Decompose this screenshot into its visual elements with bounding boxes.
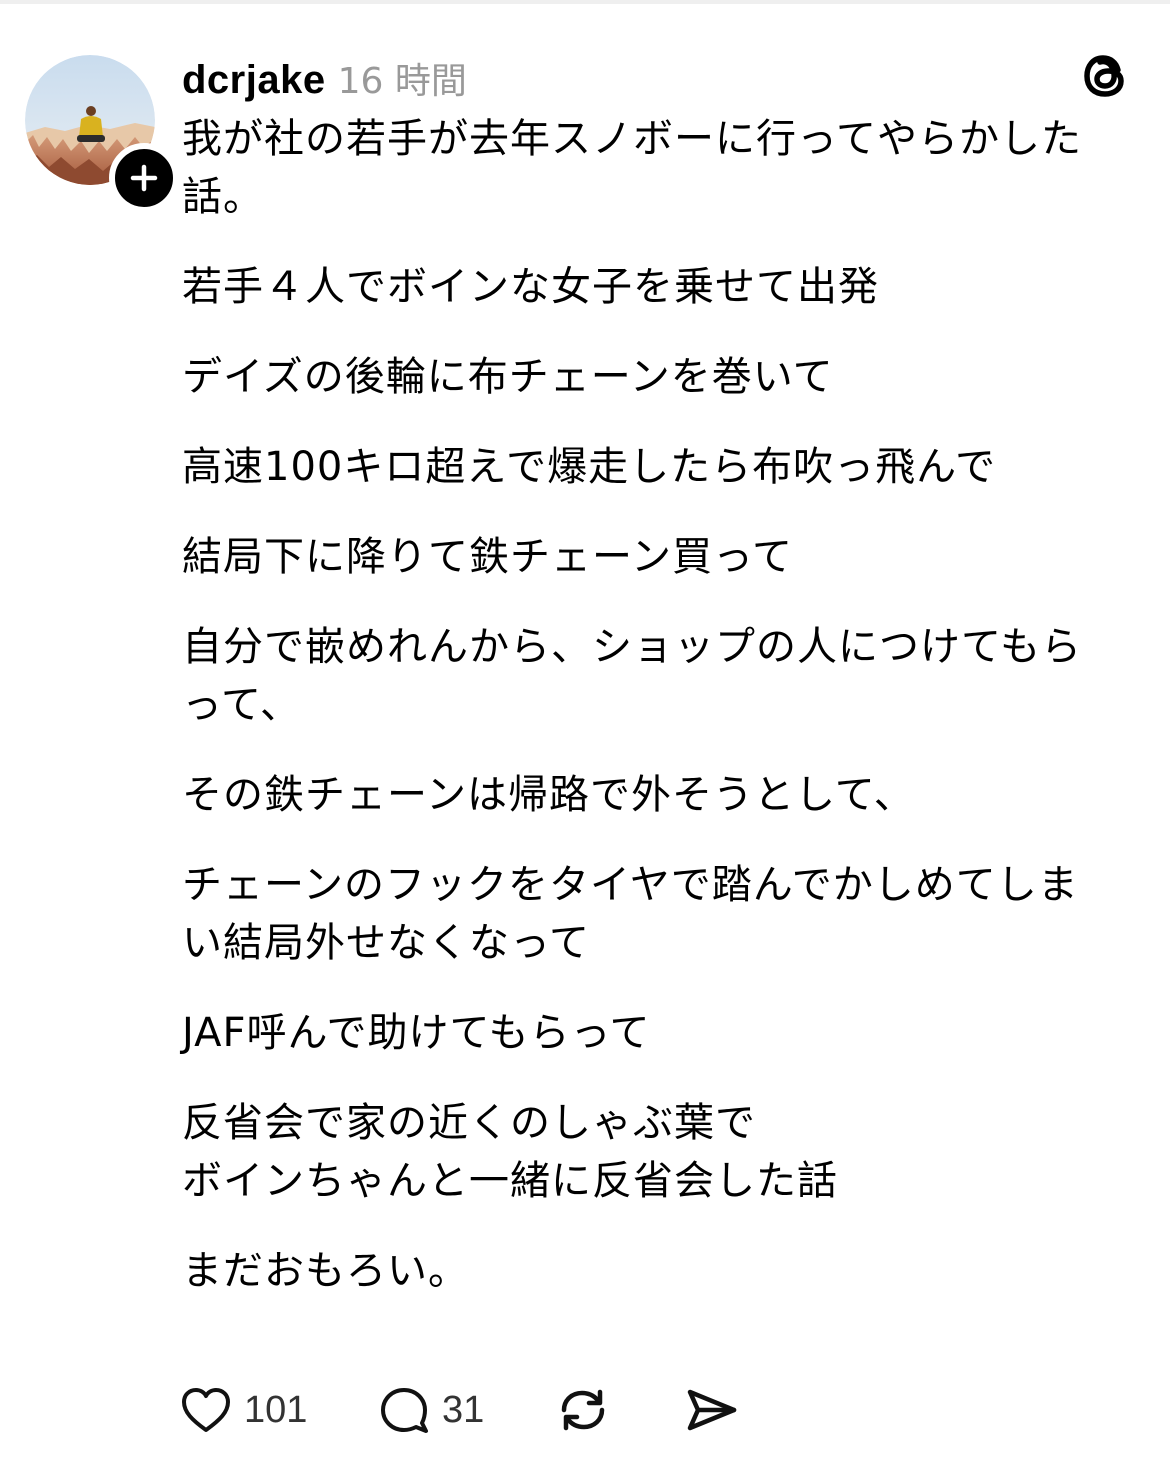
like-count: 101: [244, 1388, 308, 1431]
post-text-line: 反省会で家の近くのしゃぶ葉で: [182, 1100, 756, 1146]
threads-logo-icon[interactable]: [1080, 50, 1132, 102]
post-text-line: JAF呼んで助けてもらって: [182, 1010, 651, 1056]
post-header: dcrjake 16 時間: [182, 52, 467, 103]
post-paragraph: その鉄チェーンは帰路で外そうとして、: [182, 766, 1132, 824]
like-button[interactable]: 101: [180, 1386, 378, 1434]
post-text-line: 自分で嵌めれんから、ショップの人につけてもら: [182, 624, 1082, 670]
post-paragraph: 反省会で家の近くのしゃぶ葉でボインちゃんと一緒に反省会した話: [182, 1094, 1132, 1210]
plus-icon: [130, 164, 158, 192]
follow-button[interactable]: [109, 143, 179, 213]
post-text-line: い結局外せなくなって: [182, 920, 590, 966]
post-paragraph: チェーンのフックをタイヤで踏んでかしめてしま い結局外せなくなって: [182, 856, 1132, 972]
post-text-line: チェーンのフックをタイヤで踏んでかしめてしま: [182, 862, 1079, 908]
post-paragraph: 若手４人でボインな女子を乗せて出発: [182, 258, 1132, 316]
post-paragraph: 我が社の若手が去年スノボーに行ってやらかした 話。: [182, 110, 1132, 226]
post-paragraph: デイズの後輪に布チェーンを巻いて: [182, 348, 1132, 406]
username[interactable]: dcrjake: [182, 58, 326, 103]
post-paragraph: JAF呼んで助けてもらって: [182, 1004, 1132, 1062]
post-text-line: 若手４人でボインな女子を乗せて出発: [182, 264, 879, 310]
post-text-line: って、: [182, 682, 301, 728]
post-text-line: まだおもろい。: [182, 1248, 469, 1294]
post-paragraph: 自分で嵌めれんから、ショップの人につけてもら って、: [182, 618, 1132, 734]
post-text-line: デイズの後輪に布チェーンを巻いて: [182, 354, 834, 400]
post-text-line: 結局下に降りて鉄チェーン買って: [182, 534, 793, 580]
top-divider: [0, 0, 1170, 4]
timestamp: 16 時間: [337, 61, 467, 102]
post-text-line: その鉄チェーンは帰路で外そうとして、: [182, 772, 915, 818]
post-text-line: ボインちゃんと一緒に反省会した話: [182, 1158, 838, 1204]
heart-icon: [182, 1388, 230, 1432]
post-body: 我が社の若手が去年スノボーに行ってやらかした 話。若手４人でボインな女子を乗せて出…: [182, 110, 1132, 1332]
author-avatar-group[interactable]: [25, 55, 179, 213]
post-text-line: 我が社の若手が去年スノボーに行ってやらかした: [182, 116, 1082, 162]
post-paragraph: 高速100キロ超えで爆走したら布吹っ飛んで: [182, 438, 1132, 496]
post-paragraph: 結局下に降りて鉄チェーン買って: [182, 528, 1132, 586]
share-button[interactable]: [684, 1386, 738, 1434]
action-bar: 101 31: [180, 1382, 738, 1438]
send-icon: [687, 1389, 737, 1431]
reply-count: 31: [442, 1388, 485, 1431]
post-paragraph: まだおもろい。: [182, 1242, 1132, 1300]
repost-icon: [561, 1389, 605, 1431]
post-text-line: 話。: [182, 174, 264, 220]
repost-button[interactable]: [556, 1384, 684, 1436]
comment-bubble-icon: [381, 1388, 428, 1433]
reply-button[interactable]: 31: [378, 1385, 556, 1435]
post-text-line: 高速100キロ超えで爆走したら布吹っ飛んで: [182, 444, 997, 490]
